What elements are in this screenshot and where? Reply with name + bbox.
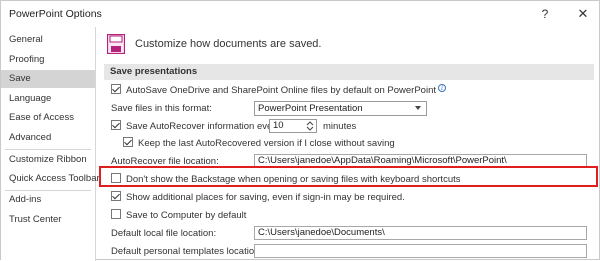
sidebar-item-language[interactable]: Language <box>1 90 95 108</box>
default-local-label: Default local file location: <box>111 228 217 239</box>
sidebar-item-quick-access-toolbar[interactable]: Quick Access Toolbar <box>1 170 100 188</box>
autorecover-unit: minutes <box>323 121 357 132</box>
sidebar-item-trust-center[interactable]: Trust Center <box>1 211 95 229</box>
powerpoint-options-dialog: PowerPoint Options ? ✕ General Proofing … <box>0 0 600 261</box>
sidebar-item-add-ins[interactable]: Add-ins <box>1 191 95 209</box>
spin-arrows-icon[interactable] <box>306 121 314 131</box>
save-format-select[interactable]: PowerPoint Presentation <box>254 101 427 116</box>
sidebar: General Proofing Save Language Ease of A… <box>1 27 100 261</box>
help-button[interactable]: ? <box>535 5 555 23</box>
title-bar: PowerPoint Options ? ✕ <box>1 1 599 27</box>
sidebar-item-customize-ribbon[interactable]: Customize Ribbon <box>1 151 95 169</box>
autorecover-checkbox[interactable] <box>111 120 121 130</box>
info-icon[interactable]: i <box>438 84 446 92</box>
autosave-label: AutoSave OneDrive and SharePoint Online … <box>126 85 436 96</box>
section-header-save-presentations: Save presentations <box>104 64 594 80</box>
keep-last-option[interactable]: Keep the last AutoRecovered version if I… <box>123 137 395 151</box>
window-title: PowerPoint Options <box>9 8 102 20</box>
page-title: Customize how documents are saved. <box>135 38 322 50</box>
save-format-value: PowerPoint Presentation <box>258 103 363 114</box>
save-format-label: Save files in this format: <box>111 103 212 114</box>
keep-last-label: Keep the last AutoRecovered version if I… <box>138 138 395 149</box>
default-templates-label: Default personal templates location: <box>111 246 263 257</box>
autorecover-label: Save AutoRecover information every <box>126 121 281 132</box>
sidebar-item-advanced[interactable]: Advanced <box>1 129 95 147</box>
autosave-checkbox[interactable] <box>111 84 121 94</box>
close-button[interactable]: ✕ <box>573 5 593 23</box>
default-local-field[interactable]: C:\Users\janedoe\Documents\ <box>254 226 587 240</box>
sidebar-item-ease-of-access[interactable]: Ease of Access <box>1 109 95 127</box>
autorecover-minutes-value: 10 <box>273 120 284 131</box>
sidebar-item-proofing[interactable]: Proofing <box>1 51 95 69</box>
save-to-computer-label: Save to Computer by default <box>126 210 247 221</box>
save-to-computer-checkbox[interactable] <box>111 209 121 219</box>
chevron-down-icon <box>415 106 421 110</box>
additional-places-option[interactable]: Show additional places for saving, even … <box>111 191 405 205</box>
sidebar-item-save[interactable]: Save <box>1 70 95 88</box>
save-to-computer-option[interactable]: Save to Computer by default <box>111 209 246 223</box>
default-templates-field[interactable] <box>254 244 587 258</box>
sidebar-divider <box>5 149 91 150</box>
additional-places-checkbox[interactable] <box>111 191 121 201</box>
additional-places-label: Show additional places for saving, even … <box>126 192 405 203</box>
autorecover-option[interactable]: Save AutoRecover information every <box>111 120 280 134</box>
highlight-box <box>99 166 598 187</box>
main-panel: Customize how documents are saved. Save … <box>97 27 599 261</box>
autosave-option[interactable]: AutoSave OneDrive and SharePoint Online … <box>111 84 446 98</box>
save-icon <box>107 34 125 54</box>
sidebar-item-general[interactable]: General <box>1 31 95 49</box>
keep-last-checkbox[interactable] <box>123 137 133 147</box>
autorecover-minutes-stepper[interactable]: 10 <box>269 119 317 133</box>
